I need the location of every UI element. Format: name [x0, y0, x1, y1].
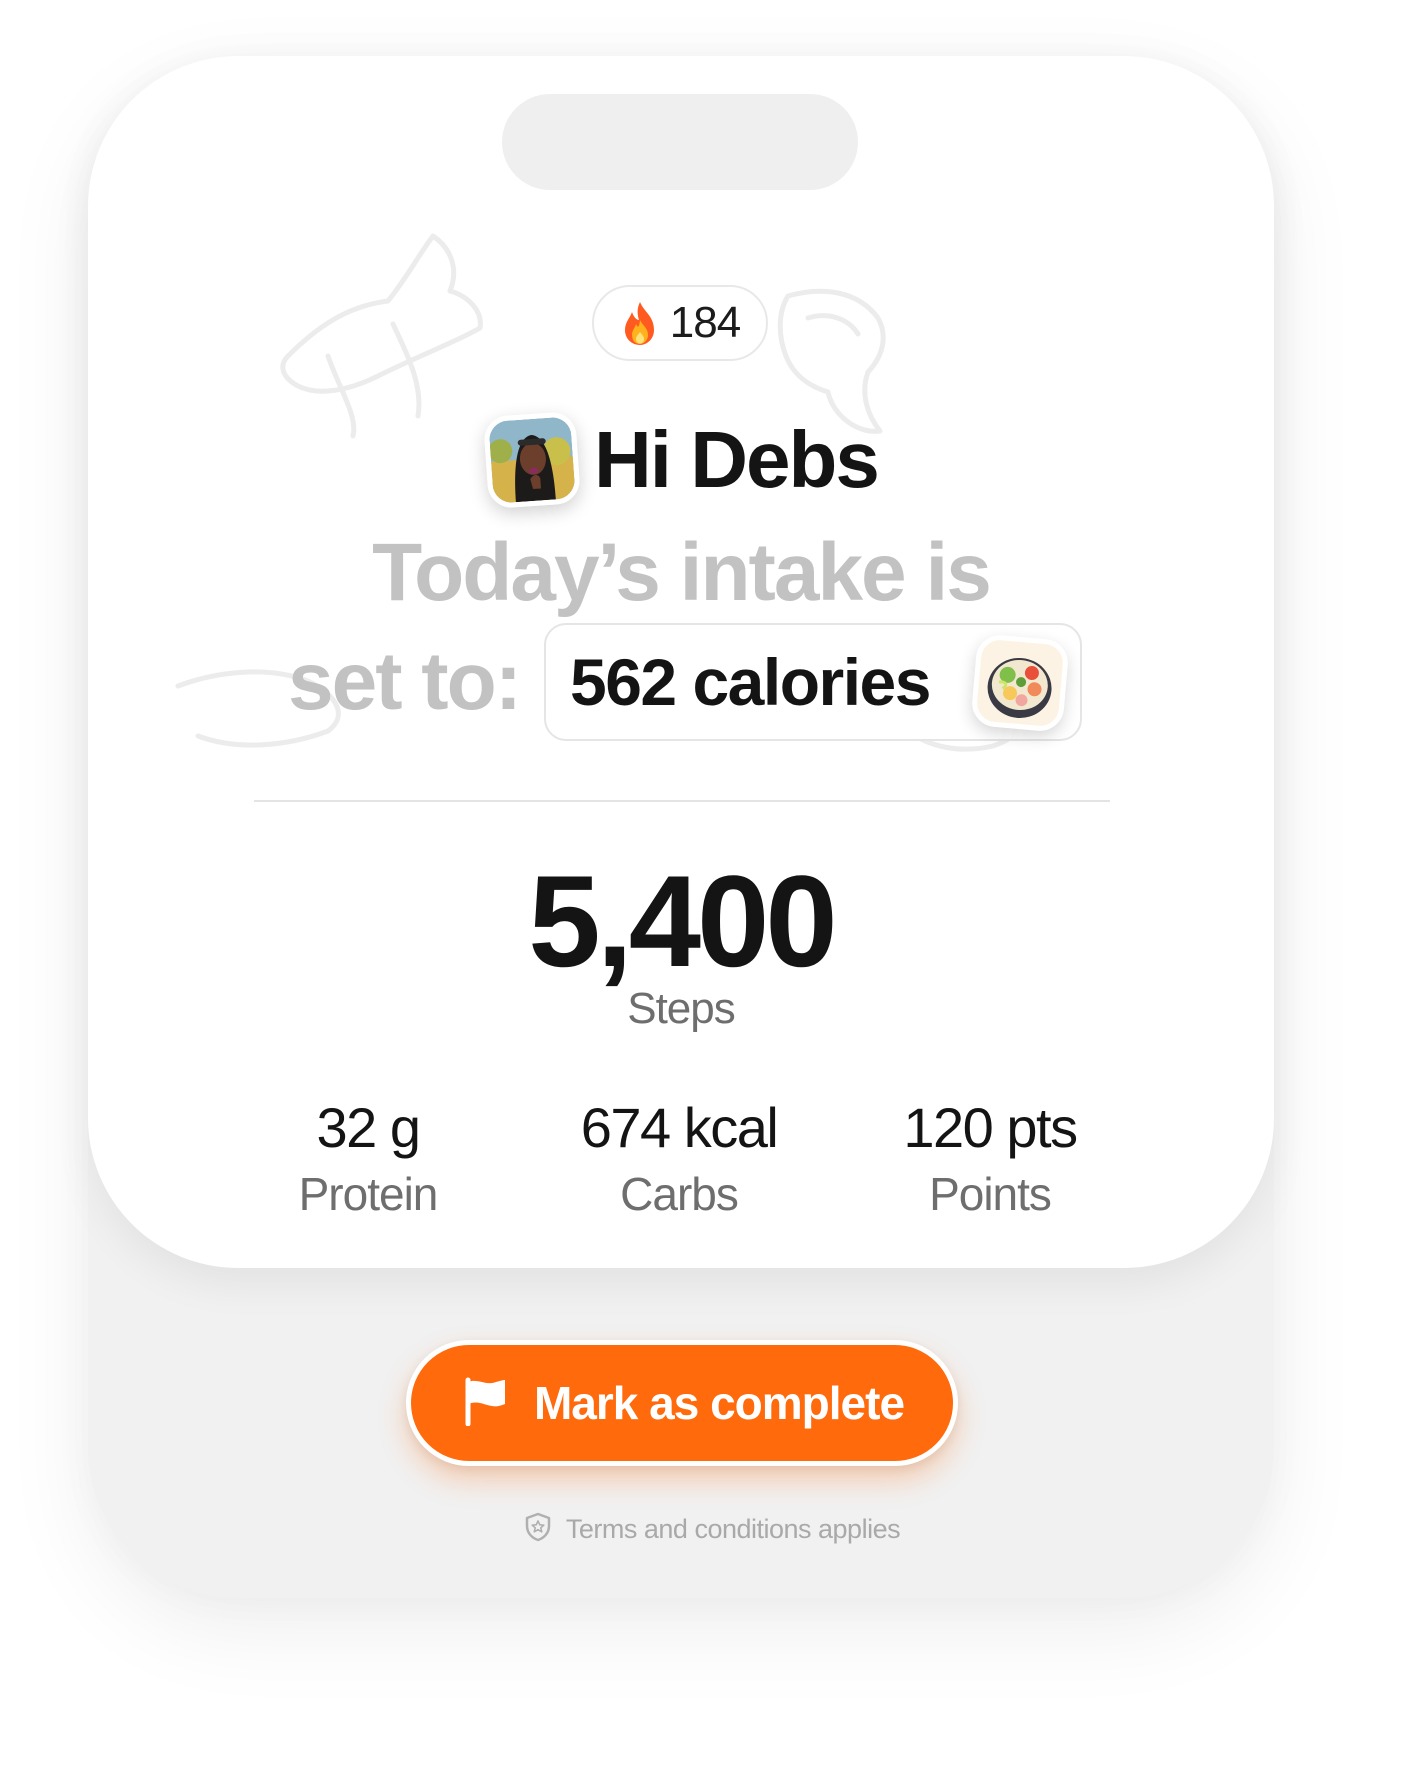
stat-protein: 32 g Protein	[218, 1094, 518, 1222]
stat-carbs: 674 kcal Carbs	[529, 1094, 829, 1222]
steps-label: Steps	[627, 984, 736, 1033]
intake-prefix: set to:	[288, 636, 522, 727]
mark-complete-label: Mark as complete	[533, 1377, 905, 1429]
phone-notch	[502, 94, 858, 190]
steps-value: 5,400	[528, 848, 837, 994]
mark-complete-button[interactable]: Mark as complete	[406, 1340, 958, 1466]
stat-label: Points	[929, 1168, 1052, 1221]
fire-icon	[620, 300, 660, 346]
flag-icon	[460, 1376, 508, 1431]
calorie-value: 562 calories	[570, 645, 931, 719]
streak-count: 184	[669, 298, 741, 347]
streak-badge[interactable]: 184	[592, 285, 768, 361]
stat-value: 120 pts	[903, 1096, 1078, 1159]
app-screen: 184 Hi Debs Today’s intake is set to: 56…	[0, 0, 1424, 1767]
terms-notice[interactable]: Terms and conditions applies	[0, 1512, 1424, 1547]
stat-value: 674 kcal	[580, 1096, 779, 1159]
section-divider	[254, 800, 1110, 802]
stat-label: Protein	[298, 1168, 439, 1221]
greeting-row: Hi Debs	[482, 408, 880, 512]
intake-row: set to: 562 calories	[288, 622, 1082, 742]
shield-icon	[524, 1512, 552, 1547]
stat-label: Carbs	[620, 1168, 739, 1221]
terms-text: Terms and conditions applies	[565, 1514, 901, 1544]
stat-points: 120 pts Points	[840, 1094, 1140, 1222]
intake-heading: Today’s intake is	[372, 527, 992, 618]
food-bowl-icon	[970, 633, 1070, 733]
stat-value: 32 g	[316, 1096, 422, 1159]
greeting-text: Hi Debs	[594, 415, 880, 504]
calorie-target-pill[interactable]: 562 calories	[544, 623, 1082, 741]
user-avatar[interactable]	[482, 410, 582, 510]
summary-card: 184 Hi Debs Today’s intake is set to: 56…	[88, 56, 1274, 1268]
